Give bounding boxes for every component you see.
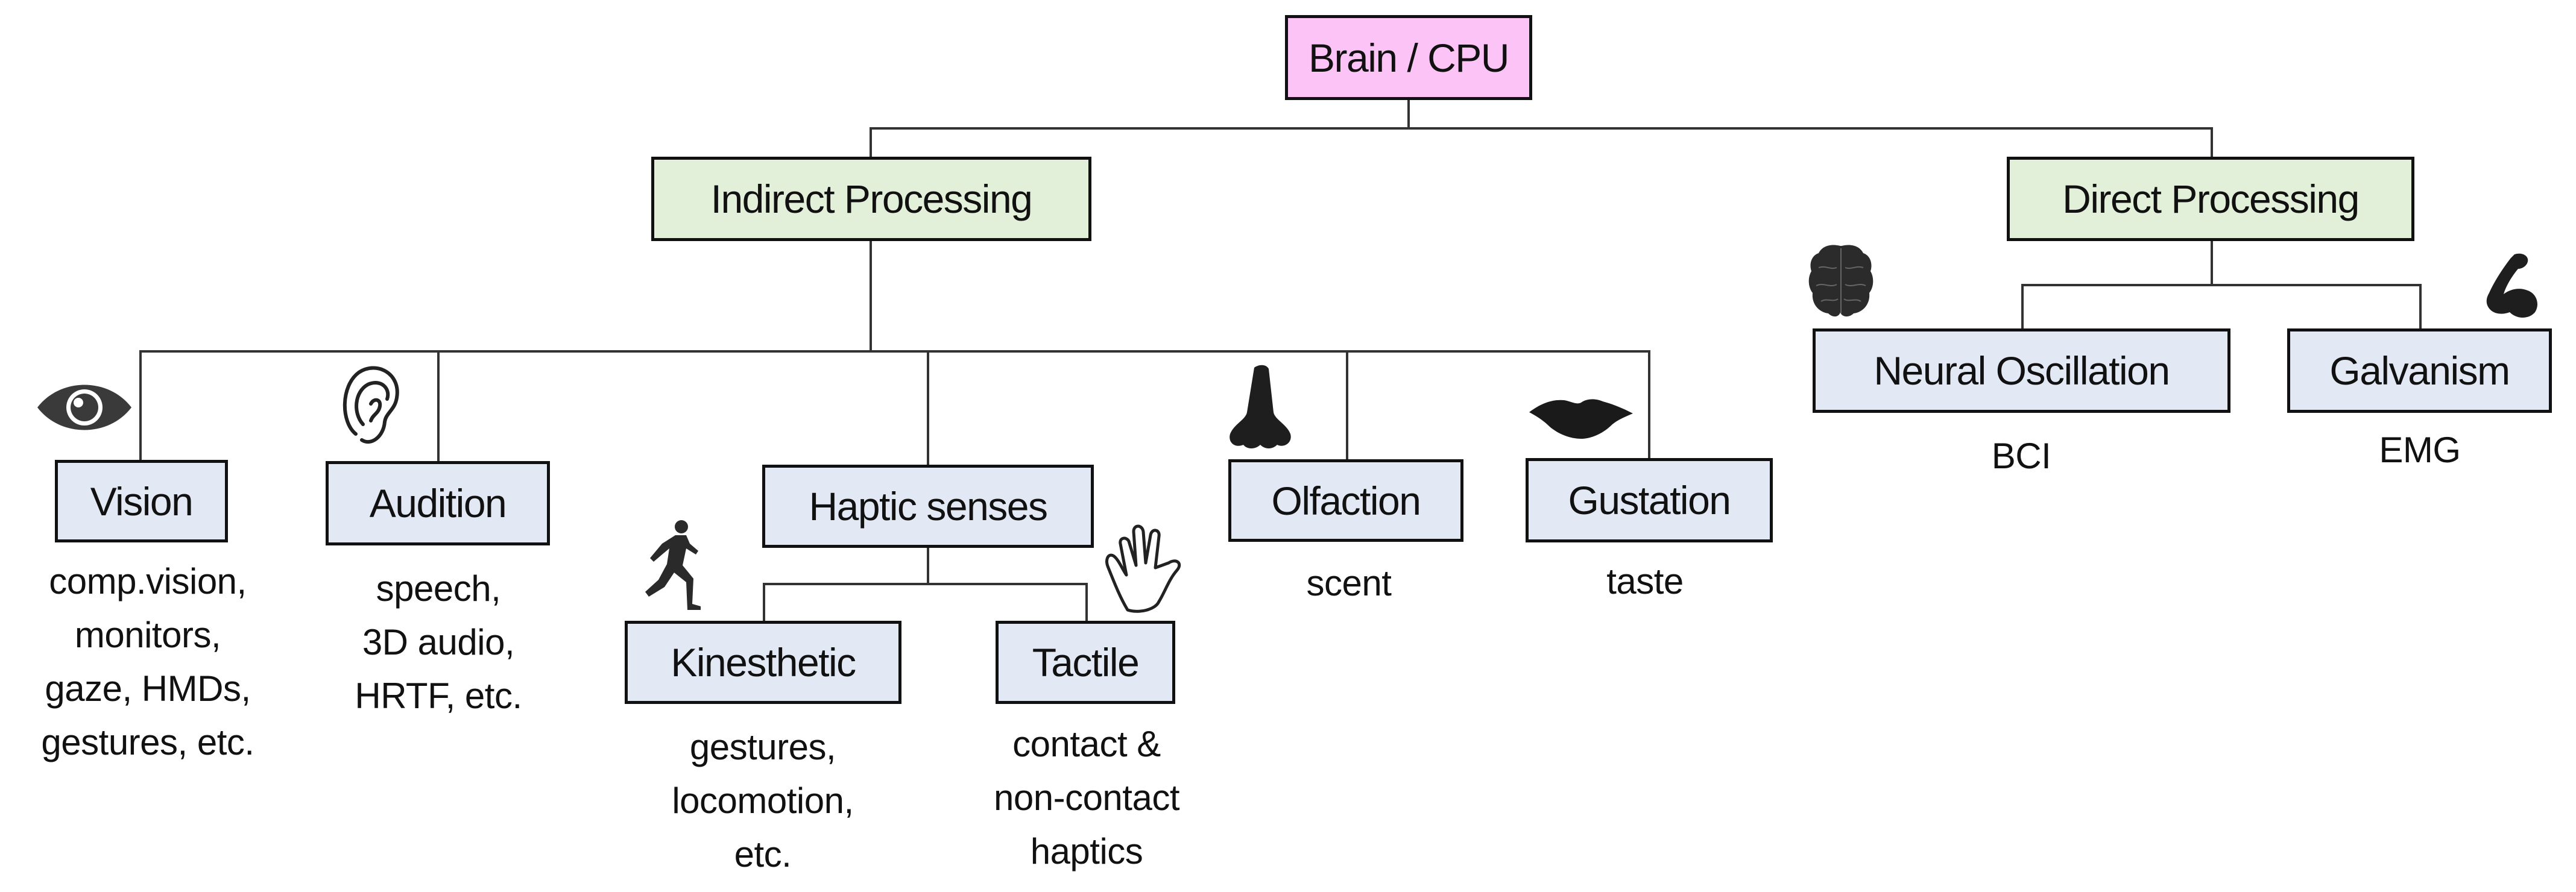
caption-olfaction: scent — [1307, 556, 1392, 610]
caption-line: scent — [1306, 563, 1392, 603]
eye-icon — [36, 381, 133, 434]
caption-kinesthetic: gestures, locomotion, etc. — [672, 720, 854, 881]
caption-tactile: contact & non-contact haptics — [993, 717, 1180, 878]
connector-to-neural — [2021, 284, 2024, 330]
connector-haptic-children — [763, 583, 1088, 585]
caption-line: locomotion, — [672, 780, 854, 821]
connector-indirect-down — [870, 240, 872, 351]
caption-line: gestures, etc. — [41, 722, 254, 762]
node-vision[interactable]: Vision — [55, 460, 228, 542]
caption-line: EMG — [2379, 430, 2461, 470]
caption-line: taste — [1606, 561, 1684, 601]
node-haptic-senses[interactable]: Haptic senses — [762, 465, 1094, 548]
caption-line: monitors, — [74, 615, 221, 655]
node-galvanism[interactable]: Galvanism — [2287, 328, 2552, 413]
caption-line: speech, — [376, 568, 501, 609]
caption-vision: comp.vision, monitors, gaze, HMDs, gestu… — [41, 554, 254, 769]
nose-icon — [1226, 364, 1294, 450]
node-brain-cpu[interactable]: Brain / CPU — [1285, 15, 1532, 100]
caption-line: haptics — [1030, 831, 1143, 872]
node-direct-processing[interactable]: Direct Processing — [2007, 157, 2414, 241]
caption-line: HRTF, etc. — [355, 676, 522, 716]
node-audition[interactable]: Audition — [326, 461, 550, 545]
node-tactile[interactable]: Tactile — [996, 621, 1175, 704]
brain-icon — [1807, 243, 1875, 318]
connector-root-down — [1407, 99, 1410, 129]
connector-to-indirect — [870, 127, 872, 157]
node-olfaction[interactable]: Olfaction — [1228, 459, 1463, 542]
ear-icon — [338, 362, 404, 452]
connector-to-kinesthetic — [763, 583, 765, 622]
runner-icon — [638, 520, 712, 611]
caption-line: gestures, — [689, 727, 836, 767]
caption-galvanism: EMG — [2379, 423, 2461, 477]
lips-icon — [1528, 395, 1634, 440]
flexed-arm-icon — [2480, 252, 2540, 319]
connector-to-direct — [2211, 127, 2213, 157]
node-indirect-processing[interactable]: Indirect Processing — [651, 157, 1091, 241]
hci-senses-diagram: Brain / CPU Indirect Processing Direct P… — [0, 0, 2576, 892]
caption-line: non-contact — [993, 777, 1180, 818]
caption-line: 3D audio, — [362, 622, 515, 662]
node-neural-oscillation[interactable]: Neural Oscillation — [1813, 328, 2230, 413]
connector-to-tactile — [1085, 583, 1088, 622]
hand-icon — [1102, 520, 1194, 614]
caption-line: gaze, HMDs, — [45, 668, 251, 709]
connector-direct-children — [2021, 284, 2422, 286]
connector-to-galvanism — [2419, 284, 2422, 330]
caption-gustation: taste — [1606, 554, 1684, 608]
connector-to-olfaction — [1346, 350, 1348, 461]
caption-line: comp.vision, — [49, 561, 247, 601]
caption-neural-oscillation: BCI — [1992, 429, 2051, 483]
connector-root-branches — [870, 127, 2213, 130]
connector-to-audition — [437, 350, 440, 462]
caption-audition: speech, 3D audio, HRTF, etc. — [355, 562, 522, 723]
caption-line: BCI — [1991, 436, 2051, 476]
connector-to-haptic — [927, 350, 929, 466]
connector-indirect-children — [139, 350, 1650, 353]
connector-direct-down — [2211, 240, 2213, 286]
node-kinesthetic[interactable]: Kinesthetic — [625, 621, 901, 704]
connector-to-gustation — [1648, 350, 1650, 459]
connector-haptic-down — [927, 545, 929, 584]
caption-line: contact & — [1012, 724, 1161, 764]
node-gustation[interactable]: Gustation — [1526, 458, 1773, 542]
connector-to-vision — [139, 350, 142, 461]
caption-line: etc. — [734, 834, 792, 875]
